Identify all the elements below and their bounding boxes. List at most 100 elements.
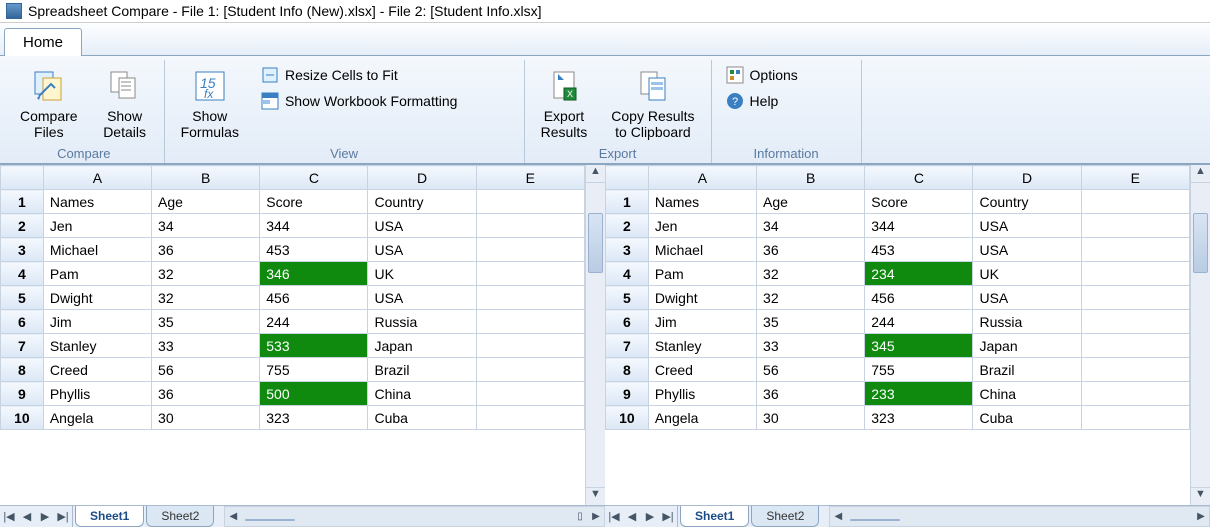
scroll-down-icon[interactable]: ▼: [586, 487, 605, 505]
sheet-tab-sheet1-right[interactable]: Sheet1: [680, 506, 749, 527]
cell[interactable]: 755: [260, 358, 368, 382]
cell[interactable]: 456: [865, 286, 973, 310]
sheet-tab-sheet2-right[interactable]: Sheet2: [751, 506, 819, 527]
show-formulas-button[interactable]: 15fx Show Formulas: [175, 64, 245, 142]
column-header[interactable]: D: [973, 166, 1081, 190]
cell[interactable]: [476, 238, 584, 262]
cell[interactable]: Angela: [43, 406, 151, 430]
cell[interactable]: 456: [260, 286, 368, 310]
cell[interactable]: USA: [973, 238, 1081, 262]
row-header[interactable]: 9: [1, 382, 44, 406]
cell[interactable]: 34: [152, 214, 260, 238]
cell[interactable]: China: [368, 382, 476, 406]
cell[interactable]: [476, 358, 584, 382]
row-header[interactable]: 4: [606, 262, 649, 286]
cell[interactable]: 233: [865, 382, 973, 406]
cell[interactable]: 33: [757, 334, 865, 358]
cell[interactable]: Angela: [648, 406, 756, 430]
cell[interactable]: Jim: [648, 310, 756, 334]
cell[interactable]: Japan: [368, 334, 476, 358]
cell[interactable]: 32: [152, 262, 260, 286]
cell[interactable]: 30: [152, 406, 260, 430]
nav-next-icon[interactable]: ▶: [36, 510, 54, 523]
row-header[interactable]: 1: [606, 190, 649, 214]
sheet-nav-left[interactable]: |◀ ◀ ▶ ▶|: [0, 506, 73, 527]
cell[interactable]: 34: [757, 214, 865, 238]
cell[interactable]: 35: [757, 310, 865, 334]
nav-first-icon[interactable]: |◀: [0, 510, 18, 523]
cell[interactable]: Jen: [648, 214, 756, 238]
cell[interactable]: 346: [260, 262, 368, 286]
hscroll-right-icon[interactable]: ▶: [588, 511, 604, 522]
cell[interactable]: [476, 286, 584, 310]
cell[interactable]: [1081, 310, 1189, 334]
cell[interactable]: 36: [152, 238, 260, 262]
column-header[interactable]: B: [152, 166, 260, 190]
cell[interactable]: Stanley: [43, 334, 151, 358]
scroll-down-icon[interactable]: ▼: [1191, 487, 1210, 505]
cell[interactable]: USA: [368, 238, 476, 262]
scrollbar-vertical-right[interactable]: ▲ ▼: [1190, 165, 1210, 505]
hscroll-left-icon[interactable]: ◀: [225, 511, 241, 522]
cell[interactable]: [476, 262, 584, 286]
cell[interactable]: [1081, 190, 1189, 214]
row-header[interactable]: 6: [1, 310, 44, 334]
cell[interactable]: USA: [973, 286, 1081, 310]
scroll-up-icon[interactable]: ▲: [586, 165, 605, 183]
cell[interactable]: [476, 190, 584, 214]
row-header[interactable]: 6: [606, 310, 649, 334]
cell[interactable]: UK: [973, 262, 1081, 286]
cell[interactable]: Jim: [43, 310, 151, 334]
row-header[interactable]: 7: [606, 334, 649, 358]
tab-home[interactable]: Home: [4, 28, 82, 56]
cell[interactable]: China: [973, 382, 1081, 406]
cell[interactable]: Michael: [648, 238, 756, 262]
cell[interactable]: 453: [260, 238, 368, 262]
cell[interactable]: 323: [865, 406, 973, 430]
nav-next-icon[interactable]: ▶: [641, 510, 659, 523]
cell[interactable]: Phyllis: [43, 382, 151, 406]
column-header[interactable]: E: [1081, 166, 1189, 190]
grid-right[interactable]: ABCDE1NamesAgeScoreCountry2Jen34344USA3M…: [605, 165, 1190, 505]
cell[interactable]: [476, 382, 584, 406]
cell[interactable]: 36: [757, 382, 865, 406]
hscroll-split-icon[interactable]: ▯: [572, 511, 588, 522]
select-all-corner[interactable]: [606, 166, 649, 190]
sheet-tab-sheet2-left[interactable]: Sheet2: [146, 506, 214, 527]
cell[interactable]: Jen: [43, 214, 151, 238]
row-header[interactable]: 3: [1, 238, 44, 262]
cell[interactable]: Dwight: [43, 286, 151, 310]
cell[interactable]: 36: [152, 382, 260, 406]
row-header[interactable]: 7: [1, 334, 44, 358]
row-header[interactable]: 10: [1, 406, 44, 430]
nav-last-icon[interactable]: ▶|: [54, 510, 72, 523]
row-header[interactable]: 4: [1, 262, 44, 286]
nav-prev-icon[interactable]: ◀: [623, 510, 641, 523]
row-header[interactable]: 8: [1, 358, 44, 382]
cell[interactable]: 32: [152, 286, 260, 310]
cell[interactable]: [476, 214, 584, 238]
cell[interactable]: [1081, 406, 1189, 430]
column-header[interactable]: C: [865, 166, 973, 190]
cell[interactable]: 35: [152, 310, 260, 334]
copy-results-button[interactable]: Copy Results to Clipboard: [605, 64, 700, 142]
column-header[interactable]: E: [476, 166, 584, 190]
cell[interactable]: Stanley: [648, 334, 756, 358]
cell[interactable]: USA: [973, 214, 1081, 238]
cell[interactable]: [1081, 262, 1189, 286]
select-all-corner[interactable]: [1, 166, 44, 190]
cell[interactable]: Names: [43, 190, 151, 214]
column-header[interactable]: A: [648, 166, 756, 190]
row-header[interactable]: 9: [606, 382, 649, 406]
column-header[interactable]: A: [43, 166, 151, 190]
cell[interactable]: 30: [757, 406, 865, 430]
cell[interactable]: [476, 406, 584, 430]
grid-left[interactable]: ABCDE1NamesAgeScoreCountry2Jen34344USA3M…: [0, 165, 585, 505]
cell[interactable]: [1081, 286, 1189, 310]
nav-first-icon[interactable]: |◀: [605, 510, 623, 523]
compare-files-button[interactable]: Compare Files: [14, 64, 84, 142]
cell[interactable]: 453: [865, 238, 973, 262]
cell[interactable]: Cuba: [973, 406, 1081, 430]
cell[interactable]: Japan: [973, 334, 1081, 358]
cell[interactable]: Score: [260, 190, 368, 214]
